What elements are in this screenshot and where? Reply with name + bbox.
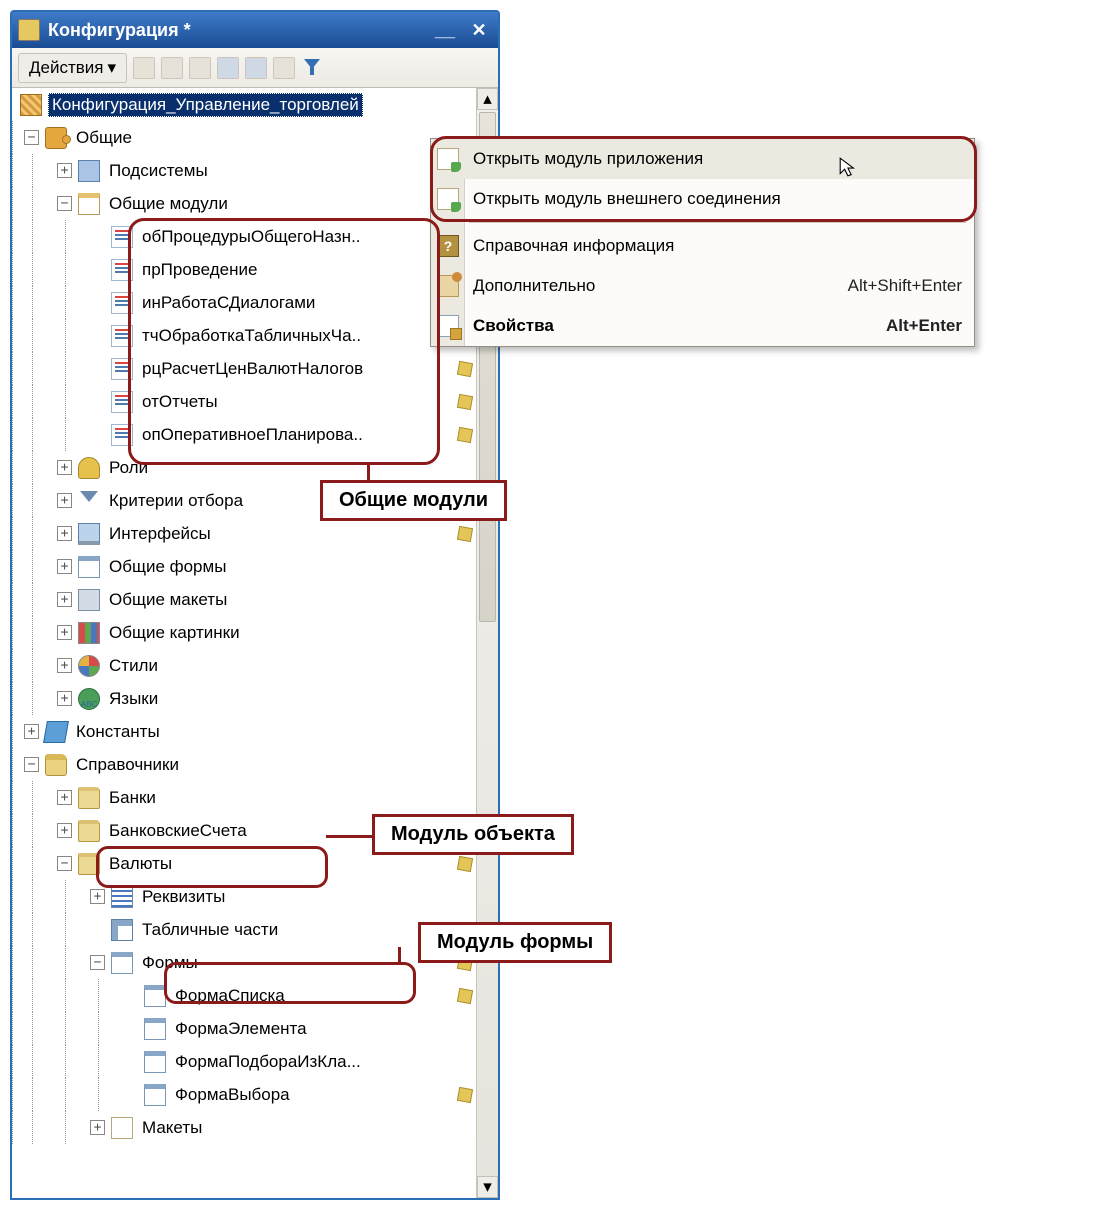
form-item[interactable]: ФормаВыбора xyxy=(12,1078,476,1111)
minimize-button[interactable]: __ xyxy=(432,19,458,41)
forms-icon xyxy=(111,952,133,974)
toggle-collapse[interactable]: − xyxy=(24,130,39,145)
ctx-label: Справочная информация xyxy=(473,236,674,256)
attributes-icon xyxy=(111,886,133,908)
node-constants[interactable]: +Константы xyxy=(12,715,476,748)
interface-icon xyxy=(78,523,100,545)
language-icon xyxy=(78,688,100,710)
actions-label: Действия xyxy=(29,58,103,78)
scroll-up-button[interactable]: ▴ xyxy=(477,88,498,110)
shortcut: Alt+Shift+Enter xyxy=(848,276,962,296)
marker-icon xyxy=(457,525,473,541)
node-templates[interactable]: +Макеты xyxy=(12,1111,476,1144)
node-catalogs[interactable]: −Справочники xyxy=(12,748,476,781)
callout-form-module: Модуль формы xyxy=(418,922,612,963)
toolbar-icon-6[interactable] xyxy=(273,57,295,79)
highlight-context-items xyxy=(430,136,977,222)
titlebar[interactable]: Конфигурация * __ ✕ xyxy=(12,12,498,48)
node-common-forms[interactable]: +Общие формы xyxy=(12,550,476,583)
form-icon xyxy=(78,556,100,578)
marker-icon xyxy=(457,1086,473,1102)
toggle-collapse[interactable]: − xyxy=(57,196,72,211)
node-common-pictures[interactable]: +Общие картинки xyxy=(12,616,476,649)
subsystems-label: Подсистемы xyxy=(106,160,211,182)
toolbar-icon-3[interactable] xyxy=(189,57,211,79)
node-styles[interactable]: +Стили xyxy=(12,649,476,682)
highlight-common-modules xyxy=(128,218,440,465)
ctx-label: Дополнительно xyxy=(473,276,595,296)
puzzle-icon xyxy=(45,127,67,149)
actions-menu-button[interactable]: Действия▾ xyxy=(18,53,127,83)
node-common[interactable]: − Общие xyxy=(12,121,476,154)
dropdown-icon: ▾ xyxy=(107,58,116,78)
node-banks[interactable]: +Банки xyxy=(12,781,476,814)
folder-icon xyxy=(78,820,100,842)
key-icon xyxy=(78,457,100,479)
config-icon xyxy=(20,94,42,116)
form-icon xyxy=(144,985,166,1007)
close-button[interactable]: ✕ xyxy=(466,19,492,41)
callout-connector xyxy=(398,947,401,965)
form-icon xyxy=(144,1018,166,1040)
highlight-form-module xyxy=(164,962,416,1004)
toolbar-down-icon[interactable] xyxy=(245,57,267,79)
module-folder-icon xyxy=(78,193,100,215)
separator xyxy=(469,222,966,223)
node-common-templates[interactable]: +Общие макеты xyxy=(12,583,476,616)
template-icon xyxy=(78,589,100,611)
ctx-extra[interactable]: Дополнительно Alt+Shift+Enter xyxy=(431,266,974,306)
node-common-modules[interactable]: − Общие модули xyxy=(12,187,476,220)
app-icon xyxy=(18,19,40,41)
picture-icon xyxy=(78,622,100,644)
form-icon xyxy=(144,1084,166,1106)
tree-icon xyxy=(78,160,100,182)
node-interfaces[interactable]: +Интерфейсы xyxy=(12,517,476,550)
window-title: Конфигурация * xyxy=(48,20,424,41)
form-item[interactable]: ФормаЭлемента xyxy=(12,1012,476,1045)
marker-icon xyxy=(457,360,473,376)
style-icon xyxy=(78,655,100,677)
ctx-properties[interactable]: Свойства Alt+Enter xyxy=(431,306,974,346)
callout-connector xyxy=(326,835,376,838)
help-icon xyxy=(437,235,459,257)
common-modules-label: Общие модули xyxy=(106,193,231,215)
template-icon xyxy=(111,1117,133,1139)
root-label: Конфигурация_Управление_торговлей xyxy=(48,93,363,117)
shortcut: Alt+Enter xyxy=(886,316,962,336)
constant-icon xyxy=(43,721,69,743)
highlight-object-module xyxy=(96,846,328,888)
toolbar-icon-1[interactable] xyxy=(133,57,155,79)
toolbar-up-icon[interactable] xyxy=(217,57,239,79)
toolbar: Действия▾ xyxy=(12,48,498,88)
node-tabular[interactable]: Табличные части xyxy=(12,913,476,946)
marker-icon xyxy=(457,393,473,409)
marker-icon xyxy=(457,426,473,442)
criteria-icon xyxy=(78,490,100,512)
toggle-expand[interactable]: + xyxy=(57,163,72,178)
node-subsystems[interactable]: + Подсистемы xyxy=(12,154,476,187)
scroll-down-button[interactable]: ▾ xyxy=(477,1176,498,1198)
catalog-icon xyxy=(45,754,67,776)
form-icon xyxy=(144,1051,166,1073)
callout-object-module: Модуль объекта xyxy=(372,814,574,855)
ctx-help[interactable]: Справочная информация xyxy=(431,226,974,266)
grid-icon xyxy=(111,919,133,941)
callout-common-modules: Общие модули xyxy=(320,480,507,521)
marker-icon xyxy=(457,855,473,871)
marker-icon xyxy=(457,987,473,1003)
filter-icon[interactable] xyxy=(301,57,323,79)
toolbar-icon-2[interactable] xyxy=(161,57,183,79)
properties-icon xyxy=(437,315,459,337)
node-languages[interactable]: +Языки xyxy=(12,682,476,715)
ctx-label: Свойства xyxy=(473,316,554,336)
folder-icon xyxy=(78,787,100,809)
extra-icon xyxy=(437,275,459,297)
config-window: Конфигурация * __ ✕ Действия▾ Конфигурац… xyxy=(10,10,500,1200)
form-item[interactable]: ФормаПодбораИзКла... xyxy=(12,1045,476,1078)
common-label: Общие xyxy=(73,127,135,149)
tree-root[interactable]: Конфигурация_Управление_торговлей xyxy=(12,88,476,121)
